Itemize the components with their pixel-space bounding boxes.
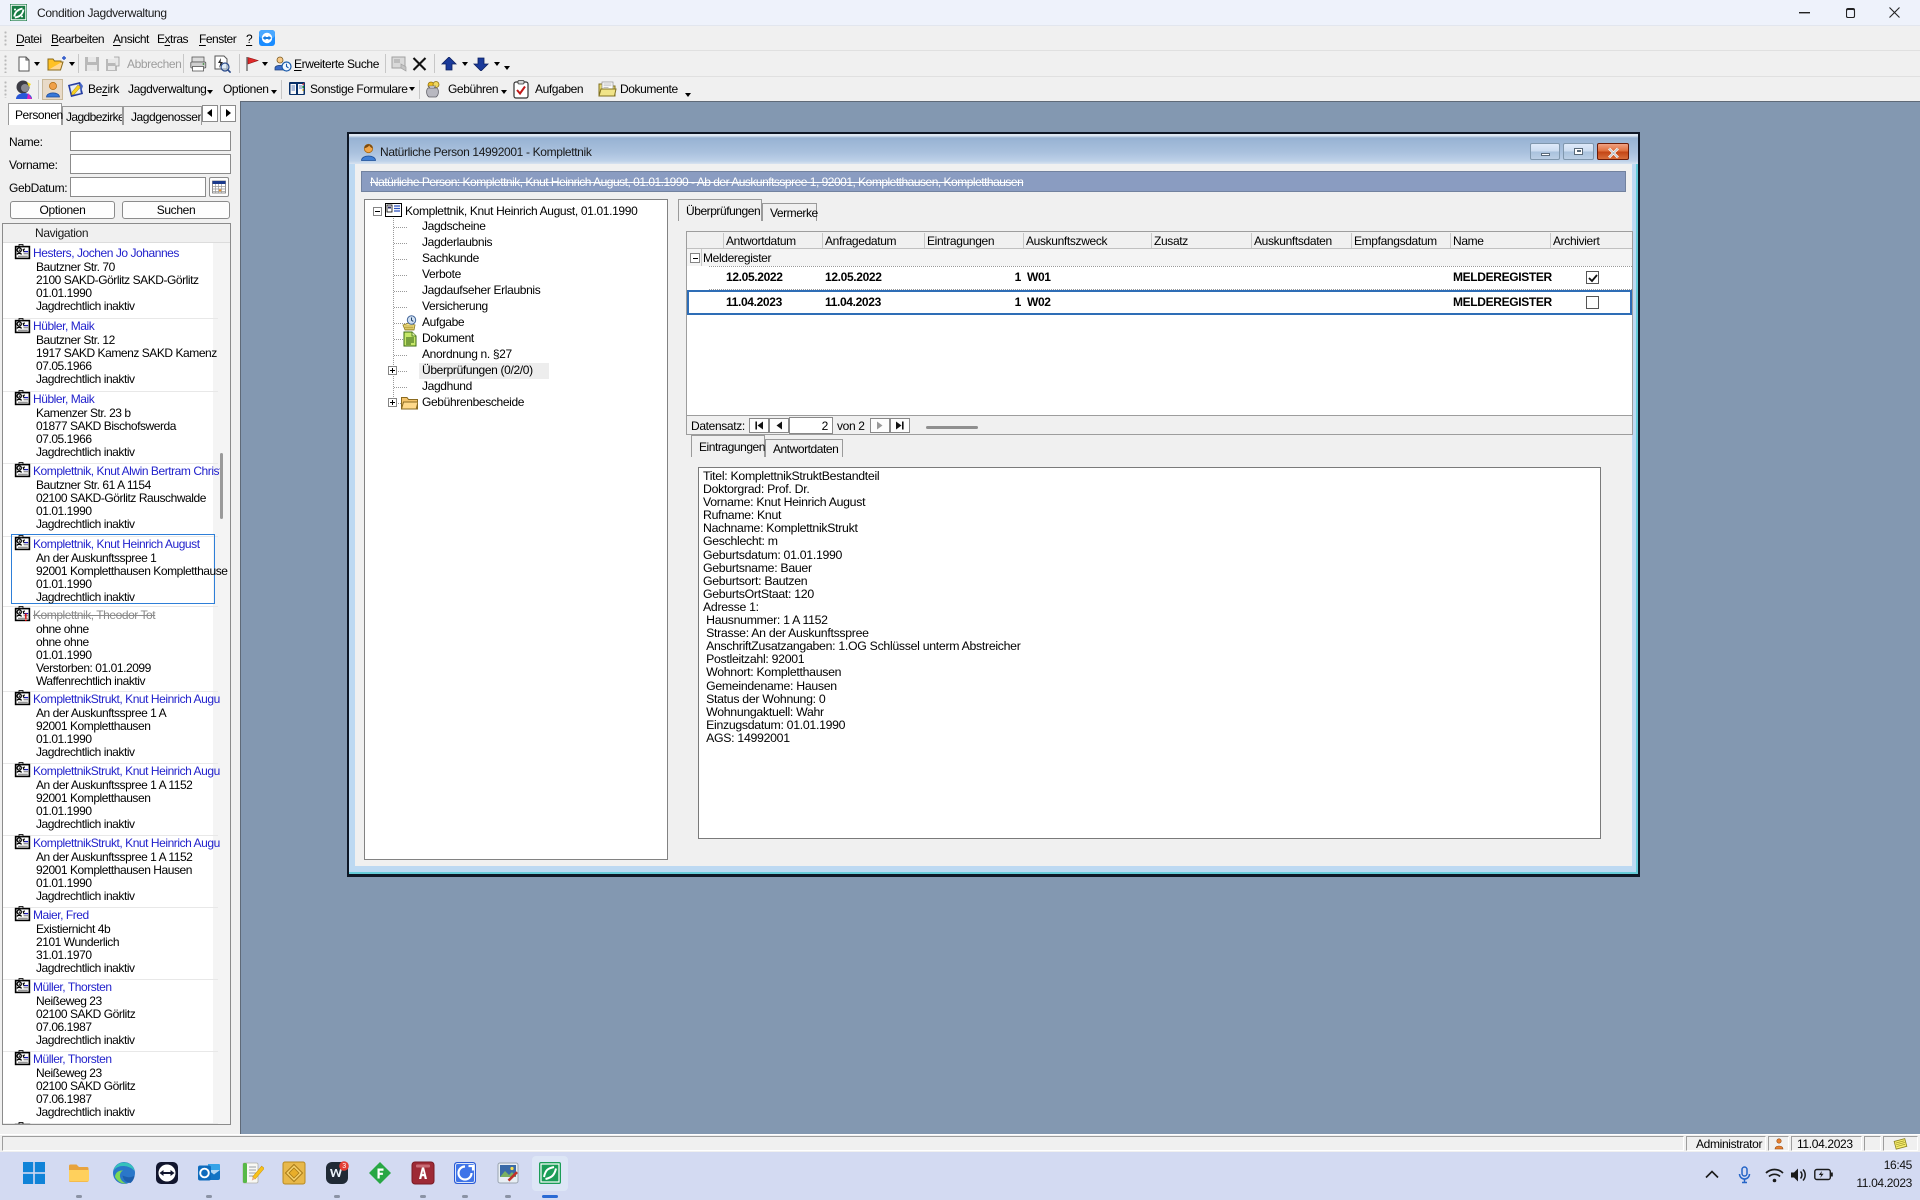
svg-text:3: 3 bbox=[342, 1163, 346, 1170]
svg-text:!: ! bbox=[24, 612, 27, 622]
